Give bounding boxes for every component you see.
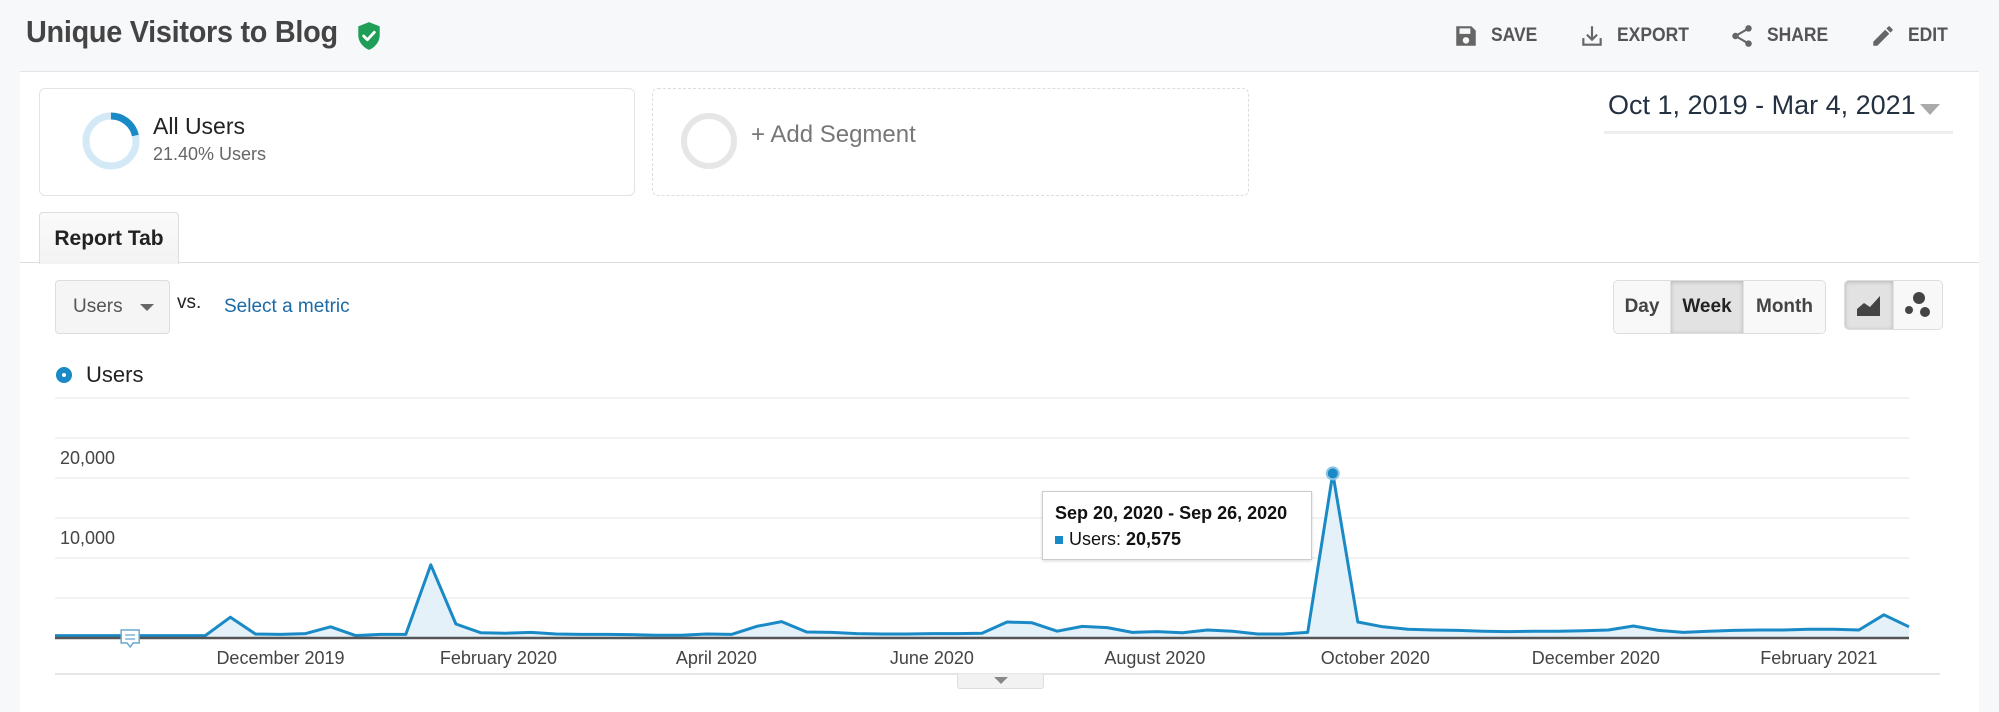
annotation-marker-icon[interactable] <box>120 629 140 649</box>
empty-segment-ring-icon <box>681 113 737 169</box>
motion-chart-button[interactable] <box>1894 281 1942 329</box>
chart-expand-handle[interactable] <box>957 674 1044 689</box>
segment-name: All Users <box>153 113 246 139</box>
x-tick-label: February 2020 <box>440 648 557 668</box>
share-icon <box>1732 25 1752 47</box>
edit-pencil-icon <box>1873 26 1893 46</box>
vs-label: vs. <box>177 292 202 313</box>
users-series-line <box>55 471 1910 638</box>
date-range-underline <box>1604 131 1953 134</box>
report-title: Unique Visitors to Blog <box>26 14 338 49</box>
x-tick-label: December 2019 <box>216 648 344 668</box>
save-label: SAVE <box>1491 25 1538 46</box>
highlighted-data-point[interactable] <box>1325 466 1340 481</box>
share-button[interactable]: SHARE <box>1729 20 1834 52</box>
line-chart-button[interactable] <box>1845 281 1894 329</box>
tooltip-value: 20,575 <box>1126 529 1182 549</box>
segment-donut-icon <box>82 112 140 170</box>
export-icon <box>1582 26 1602 46</box>
tooltip-series-swatch <box>1055 535 1063 544</box>
share-label: SHARE <box>1767 25 1829 46</box>
x-tick-label: August 2020 <box>1104 648 1205 668</box>
date-range-picker[interactable]: Oct 1, 2019 - Mar 4, 2021 <box>1608 90 1916 121</box>
line-chart-icon <box>1856 293 1881 316</box>
users-line-chart[interactable]: 10,00020,00030,000 December 2019February… <box>0 390 1999 702</box>
legend-users-label: Users <box>86 362 144 387</box>
motion-chart-icon <box>1905 292 1930 317</box>
tab-divider <box>20 262 1979 263</box>
add-segment-card[interactable] <box>652 88 1249 196</box>
granularity-day[interactable]: Day <box>1614 281 1671 333</box>
chevron-down-icon <box>139 303 154 311</box>
chart-type-toggle <box>1844 280 1943 330</box>
edit-label: EDIT <box>1908 25 1948 46</box>
x-tick-label: June 2020 <box>890 648 974 668</box>
users-area-fill <box>55 473 1909 638</box>
chart-tooltip: Sep 20, 2020 - Sep 26, 2020 Users: 20,57… <box>1042 491 1312 560</box>
granularity-month[interactable]: Month <box>1744 281 1825 333</box>
add-segment-label[interactable]: + Add Segment <box>751 121 916 149</box>
metric-dropdown-value: Users <box>73 296 123 317</box>
x-tick-label: April 2020 <box>676 648 757 668</box>
metric-dropdown[interactable]: Users <box>55 280 170 334</box>
select-metric-link[interactable]: Select a metric <box>224 296 350 318</box>
y-tick-label: 10,000 <box>60 528 115 548</box>
segment-subtitle: 21.40% Users <box>153 144 267 164</box>
save-icon <box>1456 26 1476 46</box>
date-dropdown-arrow-icon[interactable] <box>1920 104 1940 115</box>
export-label: EXPORT <box>1617 25 1689 46</box>
legend-users-dot <box>56 367 72 383</box>
x-tick-label: October 2020 <box>1321 648 1430 668</box>
tooltip-metric: Users: <box>1069 529 1122 549</box>
save-button[interactable]: SAVE <box>1453 20 1541 52</box>
granularity-toggle: Day Week Month <box>1613 280 1826 334</box>
granularity-week[interactable]: Week <box>1671 281 1744 333</box>
x-tick-label: December 2020 <box>1532 648 1660 668</box>
y-tick-label: 20,000 <box>60 448 115 468</box>
edit-button[interactable]: EDIT <box>1870 20 1951 52</box>
export-button[interactable]: EXPORT <box>1579 20 1695 52</box>
tooltip-date: Sep 20, 2020 - Sep 26, 2020 <box>1055 503 1288 523</box>
x-tick-label: February 2021 <box>1760 648 1877 668</box>
tab-report[interactable]: Report Tab <box>39 212 179 264</box>
shield-check-icon <box>358 22 380 50</box>
